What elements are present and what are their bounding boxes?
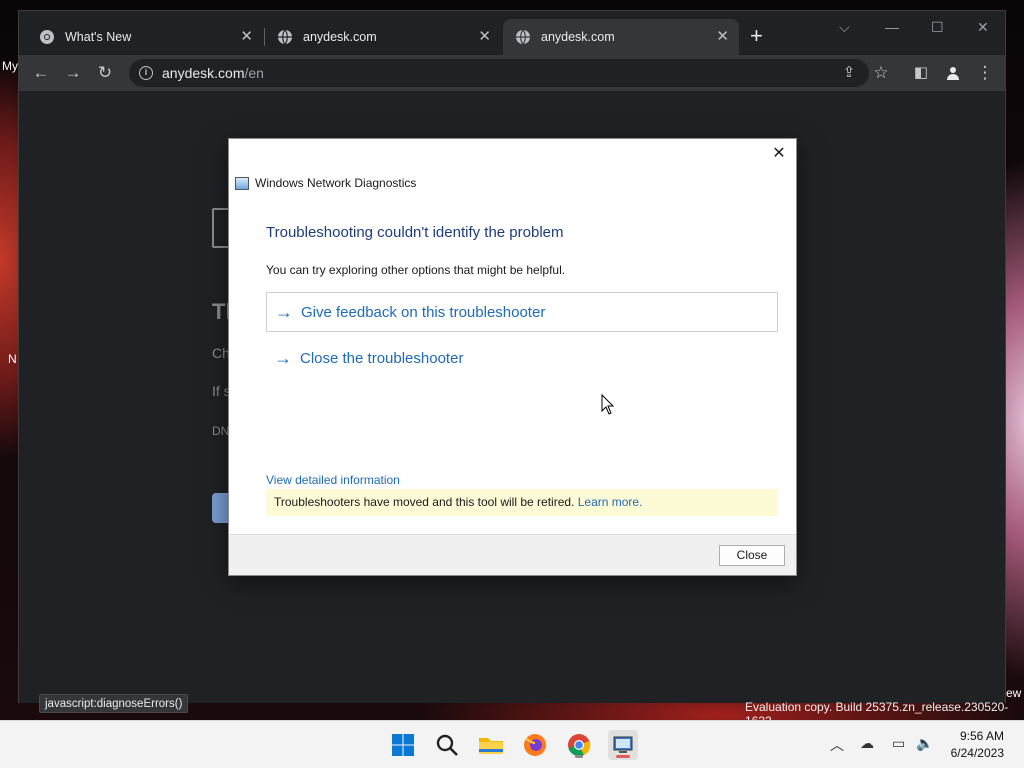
volume-icon[interactable]: 🔈 [916, 735, 933, 752]
tab-title: anydesk.com [541, 30, 615, 44]
tab-close-icon[interactable]: ✕ [240, 29, 253, 45]
search-icon[interactable] [432, 730, 462, 760]
globe-icon [277, 29, 293, 45]
chevron-down-icon[interactable]: ⌵ [839, 19, 850, 36]
dialog-subtext: You can try exploring other options that… [266, 263, 566, 277]
dialog-title-text: Windows Network Diagnostics [255, 176, 417, 190]
learn-more-link[interactable]: Learn more. [578, 495, 643, 509]
view-detailed-information-link[interactable]: View detailed information [266, 473, 400, 487]
arrow-right-icon: → [275, 301, 293, 322]
banner-text: Troubleshooters have moved and this tool… [274, 495, 575, 509]
desktop-icon-label[interactable]: N [8, 352, 17, 366]
site-info-icon[interactable]: i [139, 66, 153, 80]
retirement-banner: Troubleshooters have moved and this tool… [266, 489, 778, 516]
reload-icon[interactable]: ↻ [93, 61, 117, 85]
address-host: anydesk.com [162, 65, 245, 81]
profile-icon[interactable] [941, 61, 965, 85]
network-icon[interactable]: ▭ [892, 735, 905, 752]
dialog-title: Windows Network Diagnostics [235, 176, 416, 190]
dialog-footer: Close [229, 534, 796, 575]
tab-close-icon[interactable]: ✕ [716, 29, 729, 45]
address-bar[interactable]: i anydesk.com /en [129, 59, 869, 87]
minimize-icon[interactable]: — [885, 19, 899, 35]
windows-start-icon[interactable] [388, 730, 418, 760]
taskbar: ︿ ☁ ▭ 🔈 9:56 AM 6/24/2023 [0, 720, 1024, 768]
clock-time: 9:56 AM [959, 729, 1004, 743]
tab-anydesk-active[interactable]: anydesk.com ✕ [503, 19, 739, 55]
chrome-icon[interactable] [564, 730, 594, 760]
globe-icon [515, 29, 531, 45]
tab-title: What's New [65, 30, 132, 44]
network-diagnostics-icon[interactable] [608, 730, 638, 760]
give-feedback-option[interactable]: → Give feedback on this troubleshooter [266, 292, 778, 332]
running-indicator [616, 755, 630, 758]
mouse-pointer-icon [601, 393, 615, 421]
chrome-icon [39, 29, 55, 45]
firefox-icon[interactable] [520, 730, 550, 760]
tab-title: anydesk.com [303, 30, 377, 44]
tab-anydesk[interactable]: anydesk.com ✕ [265, 19, 501, 55]
star-icon[interactable]: ☆ [869, 61, 893, 85]
close-icon[interactable]: ✕ [768, 143, 790, 165]
tab-close-icon[interactable]: ✕ [478, 29, 491, 45]
option-label: Close the troubleshooter [300, 349, 464, 367]
maximize-icon[interactable]: ☐ [931, 19, 944, 36]
chevron-up-icon[interactable]: ︿ [830, 735, 844, 755]
back-arrow-icon[interactable]: ← [29, 61, 53, 85]
option-label: Give feedback on this troubleshooter [301, 303, 546, 321]
browser-toolbar: ← → ↻ i anydesk.com /en ⇪ ☆ ◧ ⋮ [19, 55, 1005, 91]
arrow-right-icon: → [274, 347, 292, 368]
tab-strip: What's New ✕ anydesk.com ✕ anydesk.com ✕… [19, 11, 1005, 55]
close-icon[interactable]: ✕ [977, 19, 989, 36]
running-indicator [575, 755, 583, 758]
address-path: /en [244, 65, 264, 81]
close-button[interactable]: Close [719, 545, 785, 566]
clock-date: 6/24/2023 [950, 746, 1004, 760]
cloud-offline-icon[interactable]: ☁ [860, 735, 874, 752]
desktop-icon-label[interactable]: My [2, 59, 18, 73]
error-code: DN [212, 424, 230, 438]
file-explorer-icon[interactable] [476, 730, 506, 760]
dialog-heading: Troubleshooting couldn't identify the pr… [266, 224, 564, 241]
new-tab-button[interactable]: + [750, 25, 763, 47]
menu-kebab-icon[interactable]: ⋮ [973, 61, 997, 85]
tab-whats-new[interactable]: What's New ✕ [27, 19, 263, 55]
desktop-icon-label[interactable]: ew [1006, 686, 1021, 700]
side-panel-icon[interactable]: ◧ [909, 61, 933, 85]
status-bubble: javascript:diagnoseErrors() [39, 694, 189, 713]
forward-arrow-icon[interactable]: → [61, 61, 85, 85]
close-troubleshooter-option[interactable]: → Close the troubleshooter [266, 338, 778, 378]
system-clock[interactable]: 9:56 AM 6/24/2023 [951, 728, 1004, 762]
network-diagnostics-icon [235, 176, 249, 190]
share-icon[interactable]: ⇪ [837, 61, 861, 85]
network-diagnostics-dialog: ✕ Windows Network Diagnostics Troublesho… [228, 138, 797, 576]
